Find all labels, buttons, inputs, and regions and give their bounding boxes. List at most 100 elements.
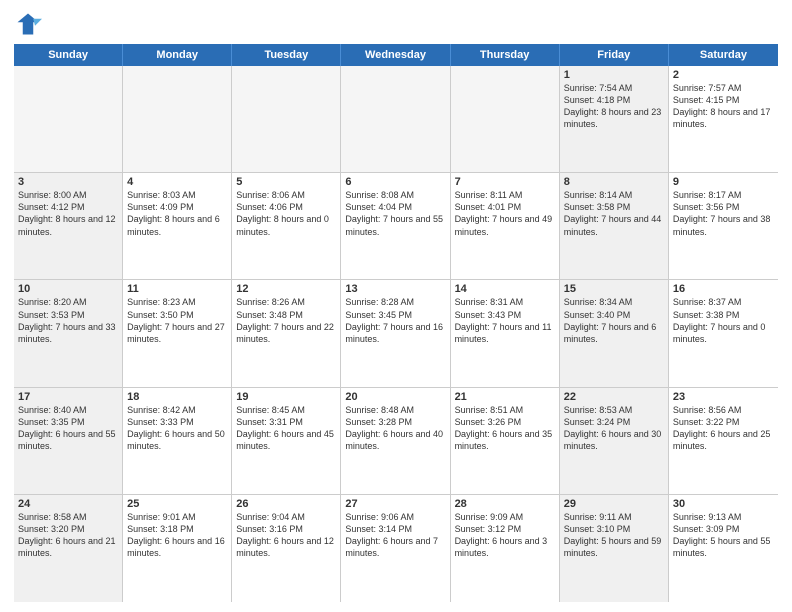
header-day-saturday: Saturday xyxy=(669,44,778,66)
day-cell-30: 30Sunrise: 9:13 AM Sunset: 3:09 PM Dayli… xyxy=(669,495,778,602)
header-day-tuesday: Tuesday xyxy=(232,44,341,66)
week-row-4: 24Sunrise: 8:58 AM Sunset: 3:20 PM Dayli… xyxy=(14,495,778,602)
day-number: 12 xyxy=(236,283,336,295)
day-info: Sunrise: 8:11 AM Sunset: 4:01 PM Dayligh… xyxy=(455,189,555,238)
header-day-thursday: Thursday xyxy=(451,44,560,66)
day-cell-5: 5Sunrise: 8:06 AM Sunset: 4:06 PM Daylig… xyxy=(232,173,341,279)
day-number: 25 xyxy=(127,498,227,510)
day-info: Sunrise: 8:06 AM Sunset: 4:06 PM Dayligh… xyxy=(236,189,336,238)
empty-cell xyxy=(341,66,450,172)
week-row-0: 1Sunrise: 7:54 AM Sunset: 4:18 PM Daylig… xyxy=(14,66,778,173)
day-cell-21: 21Sunrise: 8:51 AM Sunset: 3:26 PM Dayli… xyxy=(451,388,560,494)
day-number: 5 xyxy=(236,176,336,188)
day-info: Sunrise: 8:37 AM Sunset: 3:38 PM Dayligh… xyxy=(673,296,774,345)
calendar-header: SundayMondayTuesdayWednesdayThursdayFrid… xyxy=(14,44,778,66)
day-cell-17: 17Sunrise: 8:40 AM Sunset: 3:35 PM Dayli… xyxy=(14,388,123,494)
day-cell-18: 18Sunrise: 8:42 AM Sunset: 3:33 PM Dayli… xyxy=(123,388,232,494)
day-cell-10: 10Sunrise: 8:20 AM Sunset: 3:53 PM Dayli… xyxy=(14,280,123,386)
day-number: 22 xyxy=(564,391,664,403)
day-info: Sunrise: 7:54 AM Sunset: 4:18 PM Dayligh… xyxy=(564,82,664,131)
day-number: 20 xyxy=(345,391,445,403)
day-number: 17 xyxy=(18,391,118,403)
day-info: Sunrise: 8:31 AM Sunset: 3:43 PM Dayligh… xyxy=(455,296,555,345)
day-cell-28: 28Sunrise: 9:09 AM Sunset: 3:12 PM Dayli… xyxy=(451,495,560,602)
day-number: 24 xyxy=(18,498,118,510)
day-cell-15: 15Sunrise: 8:34 AM Sunset: 3:40 PM Dayli… xyxy=(560,280,669,386)
day-number: 13 xyxy=(345,283,445,295)
day-number: 28 xyxy=(455,498,555,510)
day-info: Sunrise: 8:14 AM Sunset: 3:58 PM Dayligh… xyxy=(564,189,664,238)
day-number: 19 xyxy=(236,391,336,403)
day-cell-8: 8Sunrise: 8:14 AM Sunset: 3:58 PM Daylig… xyxy=(560,173,669,279)
week-row-1: 3Sunrise: 8:00 AM Sunset: 4:12 PM Daylig… xyxy=(14,173,778,280)
day-info: Sunrise: 8:03 AM Sunset: 4:09 PM Dayligh… xyxy=(127,189,227,238)
header-day-monday: Monday xyxy=(123,44,232,66)
day-info: Sunrise: 7:57 AM Sunset: 4:15 PM Dayligh… xyxy=(673,82,774,131)
logo-icon xyxy=(14,10,42,38)
day-cell-26: 26Sunrise: 9:04 AM Sunset: 3:16 PM Dayli… xyxy=(232,495,341,602)
day-info: Sunrise: 8:20 AM Sunset: 3:53 PM Dayligh… xyxy=(18,296,118,345)
day-number: 7 xyxy=(455,176,555,188)
day-number: 4 xyxy=(127,176,227,188)
day-number: 21 xyxy=(455,391,555,403)
day-number: 16 xyxy=(673,283,774,295)
day-cell-25: 25Sunrise: 9:01 AM Sunset: 3:18 PM Dayli… xyxy=(123,495,232,602)
day-cell-16: 16Sunrise: 8:37 AM Sunset: 3:38 PM Dayli… xyxy=(669,280,778,386)
week-row-3: 17Sunrise: 8:40 AM Sunset: 3:35 PM Dayli… xyxy=(14,388,778,495)
week-row-2: 10Sunrise: 8:20 AM Sunset: 3:53 PM Dayli… xyxy=(14,280,778,387)
day-info: Sunrise: 8:48 AM Sunset: 3:28 PM Dayligh… xyxy=(345,404,445,453)
day-number: 11 xyxy=(127,283,227,295)
day-cell-3: 3Sunrise: 8:00 AM Sunset: 4:12 PM Daylig… xyxy=(14,173,123,279)
day-info: Sunrise: 8:40 AM Sunset: 3:35 PM Dayligh… xyxy=(18,404,118,453)
day-info: Sunrise: 8:08 AM Sunset: 4:04 PM Dayligh… xyxy=(345,189,445,238)
day-info: Sunrise: 8:58 AM Sunset: 3:20 PM Dayligh… xyxy=(18,511,118,560)
calendar: SundayMondayTuesdayWednesdayThursdayFrid… xyxy=(14,44,778,602)
header-day-sunday: Sunday xyxy=(14,44,123,66)
day-cell-22: 22Sunrise: 8:53 AM Sunset: 3:24 PM Dayli… xyxy=(560,388,669,494)
day-info: Sunrise: 8:34 AM Sunset: 3:40 PM Dayligh… xyxy=(564,296,664,345)
day-info: Sunrise: 9:04 AM Sunset: 3:16 PM Dayligh… xyxy=(236,511,336,560)
day-cell-7: 7Sunrise: 8:11 AM Sunset: 4:01 PM Daylig… xyxy=(451,173,560,279)
day-info: Sunrise: 8:23 AM Sunset: 3:50 PM Dayligh… xyxy=(127,296,227,345)
header-day-friday: Friday xyxy=(560,44,669,66)
day-cell-11: 11Sunrise: 8:23 AM Sunset: 3:50 PM Dayli… xyxy=(123,280,232,386)
empty-cell xyxy=(232,66,341,172)
day-cell-27: 27Sunrise: 9:06 AM Sunset: 3:14 PM Dayli… xyxy=(341,495,450,602)
day-cell-12: 12Sunrise: 8:26 AM Sunset: 3:48 PM Dayli… xyxy=(232,280,341,386)
day-number: 27 xyxy=(345,498,445,510)
header-day-wednesday: Wednesday xyxy=(341,44,450,66)
day-cell-13: 13Sunrise: 8:28 AM Sunset: 3:45 PM Dayli… xyxy=(341,280,450,386)
day-info: Sunrise: 9:11 AM Sunset: 3:10 PM Dayligh… xyxy=(564,511,664,560)
empty-cell xyxy=(14,66,123,172)
day-number: 9 xyxy=(673,176,774,188)
day-number: 10 xyxy=(18,283,118,295)
day-number: 30 xyxy=(673,498,774,510)
day-info: Sunrise: 9:09 AM Sunset: 3:12 PM Dayligh… xyxy=(455,511,555,560)
day-cell-20: 20Sunrise: 8:48 AM Sunset: 3:28 PM Dayli… xyxy=(341,388,450,494)
day-cell-2: 2Sunrise: 7:57 AM Sunset: 4:15 PM Daylig… xyxy=(669,66,778,172)
day-number: 23 xyxy=(673,391,774,403)
day-cell-23: 23Sunrise: 8:56 AM Sunset: 3:22 PM Dayli… xyxy=(669,388,778,494)
day-number: 14 xyxy=(455,283,555,295)
day-number: 2 xyxy=(673,69,774,81)
day-cell-6: 6Sunrise: 8:08 AM Sunset: 4:04 PM Daylig… xyxy=(341,173,450,279)
day-info: Sunrise: 8:00 AM Sunset: 4:12 PM Dayligh… xyxy=(18,189,118,238)
day-cell-4: 4Sunrise: 8:03 AM Sunset: 4:09 PM Daylig… xyxy=(123,173,232,279)
day-info: Sunrise: 8:56 AM Sunset: 3:22 PM Dayligh… xyxy=(673,404,774,453)
day-info: Sunrise: 9:06 AM Sunset: 3:14 PM Dayligh… xyxy=(345,511,445,560)
header xyxy=(14,10,778,38)
day-cell-14: 14Sunrise: 8:31 AM Sunset: 3:43 PM Dayli… xyxy=(451,280,560,386)
day-info: Sunrise: 8:28 AM Sunset: 3:45 PM Dayligh… xyxy=(345,296,445,345)
day-number: 6 xyxy=(345,176,445,188)
logo xyxy=(14,10,46,38)
empty-cell xyxy=(451,66,560,172)
day-info: Sunrise: 8:51 AM Sunset: 3:26 PM Dayligh… xyxy=(455,404,555,453)
day-number: 18 xyxy=(127,391,227,403)
day-info: Sunrise: 8:45 AM Sunset: 3:31 PM Dayligh… xyxy=(236,404,336,453)
page: SundayMondayTuesdayWednesdayThursdayFrid… xyxy=(0,0,792,612)
day-info: Sunrise: 8:42 AM Sunset: 3:33 PM Dayligh… xyxy=(127,404,227,453)
day-cell-9: 9Sunrise: 8:17 AM Sunset: 3:56 PM Daylig… xyxy=(669,173,778,279)
day-info: Sunrise: 8:17 AM Sunset: 3:56 PM Dayligh… xyxy=(673,189,774,238)
day-info: Sunrise: 9:13 AM Sunset: 3:09 PM Dayligh… xyxy=(673,511,774,560)
day-info: Sunrise: 8:53 AM Sunset: 3:24 PM Dayligh… xyxy=(564,404,664,453)
